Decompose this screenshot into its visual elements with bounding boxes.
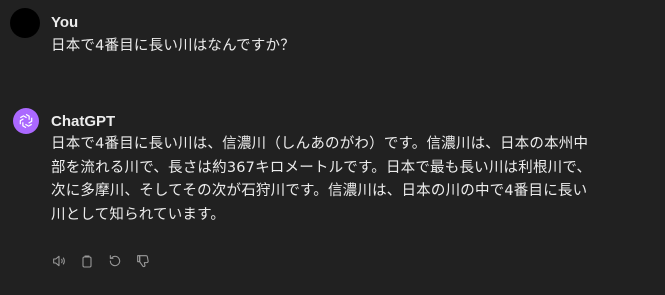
copy-button[interactable] — [77, 251, 97, 271]
assistant-author-name: ChatGPT — [51, 113, 116, 130]
openai-logo-icon — [19, 113, 33, 129]
thumbs-down-icon — [137, 255, 149, 268]
speaker-icon — [53, 255, 65, 267]
assistant-text-line: 部を流れる川で、長さは約367キロメートルです。日本で最も長い川は利根川で、 — [51, 159, 592, 176]
thumbs-down-button[interactable] — [133, 251, 153, 271]
copy-icon — [82, 255, 92, 268]
user-message-text: 日本で4番目に長い川はなんですか？ — [51, 38, 295, 54]
chatgpt-avatar — [13, 108, 39, 134]
regenerate-icon — [109, 255, 121, 267]
assistant-text-line: 川として知られています。 — [51, 206, 226, 223]
user-author-name: You — [51, 14, 79, 31]
assistant-message-text: 日本で4番目に長い川は、信濃川（しんあのがわ）です。信濃川は、日本の本州中 部を… — [51, 133, 641, 227]
read-aloud-button[interactable] — [49, 251, 69, 271]
user-avatar — [10, 8, 40, 38]
regenerate-button[interactable] — [105, 251, 125, 271]
assistant-text-line: 日本で4番目に長い川は、信濃川（しんあのがわ）です。信濃川は、日本の本州中 — [51, 136, 589, 152]
message-actions — [49, 251, 153, 271]
assistant-text-line: 次に多摩川、そしてその次が石狩川です。信濃川は、日本の川の中で4番目に長い — [51, 183, 588, 199]
